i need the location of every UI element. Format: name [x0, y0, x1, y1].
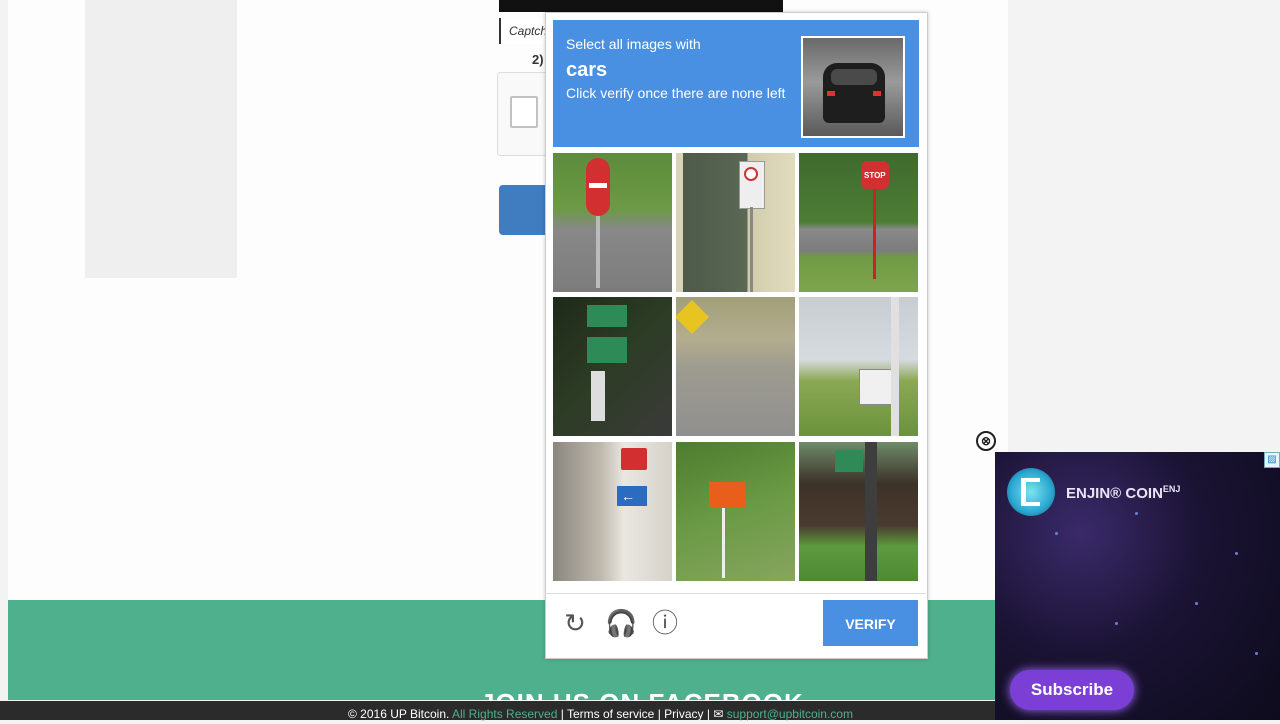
- verify-button[interactable]: VERIFY: [823, 600, 918, 646]
- left-panel: [85, 0, 237, 278]
- rights-text: All Rights Reserved: [452, 707, 558, 721]
- enjin-logo-icon: [1007, 468, 1055, 516]
- captcha-tile-9[interactable]: [799, 442, 918, 581]
- adchoices-icon[interactable]: ▨: [1264, 452, 1280, 468]
- info-icon[interactable]: ⓘ: [650, 606, 680, 640]
- captcha-tile-5[interactable]: [676, 297, 795, 436]
- separator: |: [560, 707, 564, 721]
- captcha-tile-1[interactable]: [553, 153, 672, 292]
- captcha-tile-2[interactable]: [676, 153, 795, 292]
- reload-icon[interactable]: ↻: [560, 606, 590, 640]
- privacy-link[interactable]: Privacy: [664, 707, 703, 721]
- step-number: 2): [532, 52, 544, 67]
- separator: |: [657, 707, 661, 721]
- captcha-tile-4[interactable]: [553, 297, 672, 436]
- headphones-icon[interactable]: 🎧: [605, 606, 637, 640]
- captcha-label: Captch: [499, 18, 549, 44]
- subscribe-button[interactable]: Subscribe: [1010, 670, 1134, 710]
- mail-icon: ✉: [713, 707, 724, 721]
- target-object: cars: [566, 59, 608, 81]
- captcha-tile-7[interactable]: ←: [553, 442, 672, 581]
- captcha-tile-3[interactable]: STOP: [799, 153, 918, 292]
- email-link[interactable]: support@upbitcoin.com: [727, 707, 853, 721]
- instruction-hint: Click verify once there are none left: [566, 85, 786, 101]
- recaptcha-checkbox[interactable]: [510, 96, 538, 128]
- captcha-tile-8[interactable]: [676, 442, 795, 581]
- captcha-footer-divider: [545, 593, 926, 594]
- ad-brand: ENJIN® COINENJ: [1066, 484, 1181, 502]
- close-icon[interactable]: ⊗: [976, 431, 996, 451]
- instruction-text: Select all images with: [566, 36, 701, 52]
- copyright-text: © 2016 UP Bitcoin.: [348, 707, 450, 721]
- separator: |: [706, 707, 710, 721]
- reference-car-image: [801, 36, 905, 138]
- top-dark-bar: [499, 0, 783, 12]
- terms-link[interactable]: Terms of service: [567, 707, 654, 721]
- captcha-tile-6[interactable]: [799, 297, 918, 436]
